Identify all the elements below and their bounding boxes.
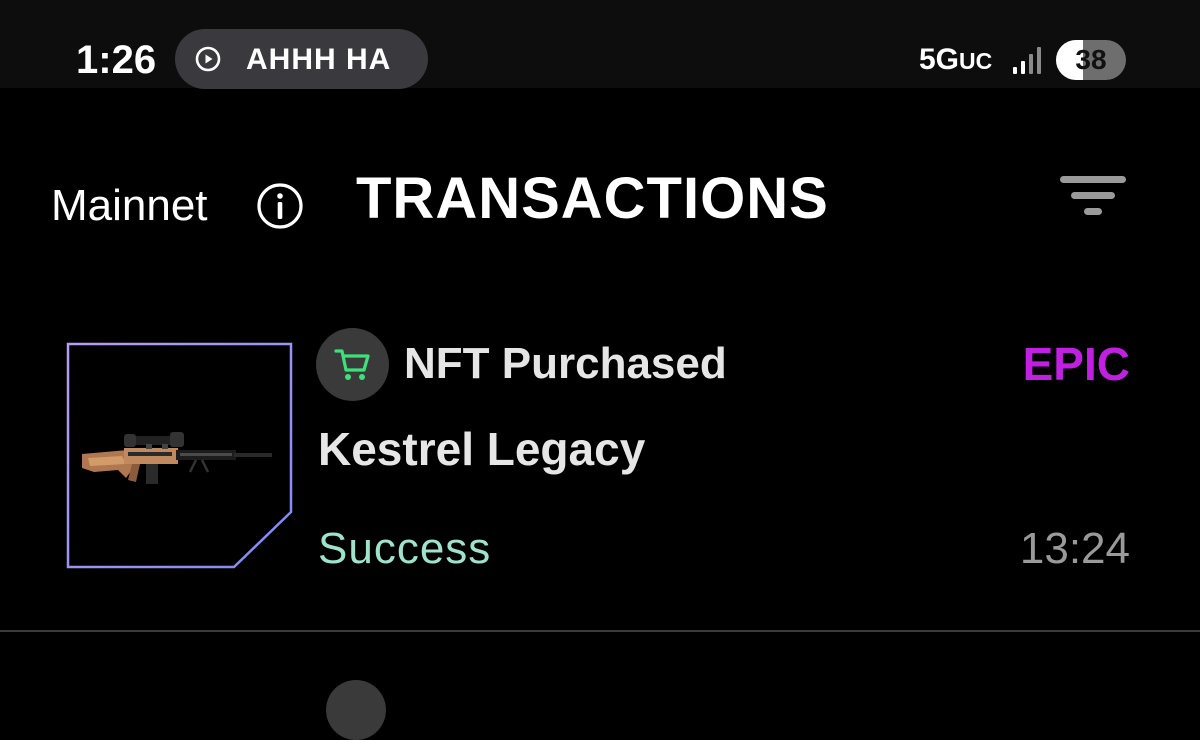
play-circle-icon xyxy=(195,46,221,72)
now-playing-label: AHHH HA xyxy=(246,43,392,76)
status-time: 1:26 xyxy=(76,38,157,82)
transaction-type: NFT Purchased xyxy=(404,339,727,388)
row-divider xyxy=(0,630,1200,632)
status-bar: 1:26 AHHH HA 5GUC 38 xyxy=(0,0,1200,89)
battery-level: 38 xyxy=(1075,44,1107,75)
network-indicator: 5GUC xyxy=(919,42,992,79)
sniper-rifle-image xyxy=(66,342,293,569)
rarity-badge: EPIC xyxy=(1022,338,1130,390)
cart-icon xyxy=(334,349,370,380)
cellular-signal-icon xyxy=(1013,47,1041,74)
network-label[interactable]: Mainnet xyxy=(51,180,208,232)
network-type: 5G xyxy=(919,43,960,76)
transaction-time: 13:24 xyxy=(1019,524,1130,573)
page-title: TRANSACTIONS xyxy=(356,166,829,231)
status-badge: Success xyxy=(318,524,492,573)
filter-icon[interactable] xyxy=(1060,172,1126,222)
next-transaction-badge xyxy=(326,680,386,740)
network-suffix: UC xyxy=(959,48,993,74)
item-name: Kestrel Legacy xyxy=(318,423,646,475)
now-playing-pill[interactable]: AHHH HA xyxy=(175,29,428,89)
transaction-type-badge xyxy=(316,328,389,401)
info-icon[interactable] xyxy=(256,182,304,230)
